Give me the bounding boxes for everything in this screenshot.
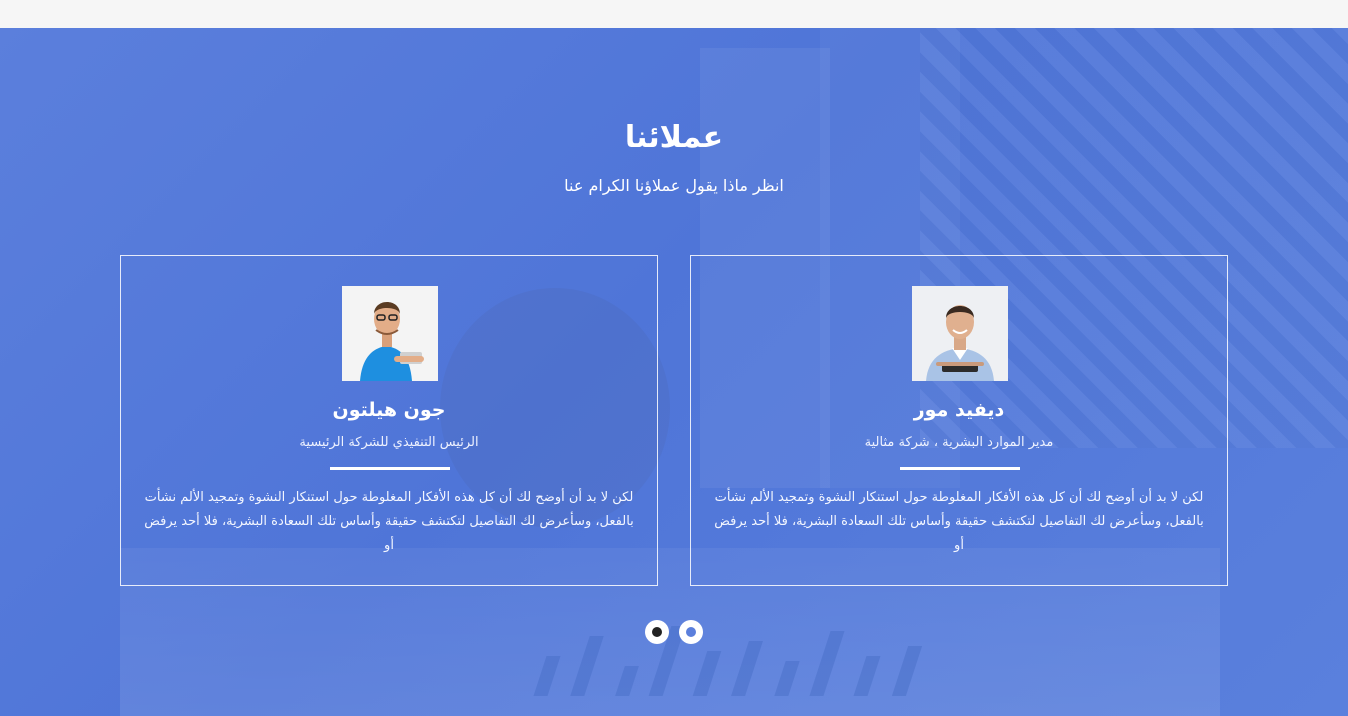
- carousel-dot-1[interactable]: [645, 620, 669, 644]
- testimonial-role: مدير الموارد البشرية ، شركة مثالية: [864, 435, 1054, 450]
- top-bar: [0, 0, 1348, 28]
- divider: [330, 467, 450, 470]
- testimonial-card: ديفيد مور مدير الموارد البشرية ، شركة مث…: [690, 255, 1228, 586]
- carousel-dot-2[interactable]: [679, 620, 703, 644]
- person-photo-icon: [912, 286, 1008, 381]
- divider: [900, 467, 1020, 470]
- testimonial-name: جون هيلتون: [332, 399, 446, 421]
- section-title: عملائنا: [624, 120, 724, 155]
- person-photo-icon: [342, 286, 438, 381]
- testimonial-text: لكن لا بد أن أوضح لك أن كل هذه الأفكار ا…: [714, 490, 1204, 553]
- avatar: [912, 286, 1008, 381]
- testimonial-name: ديفيد مور: [913, 399, 1005, 421]
- testimonial-role: الرئيس التنفيذي للشركة الرئيسية: [299, 435, 479, 450]
- avatar: [342, 286, 438, 381]
- carousel-pagination: [645, 620, 703, 644]
- testimonials-section: عملائنا انظر ماذا يقول عملاؤنا الكرام عن…: [0, 28, 1348, 716]
- section-subtitle: انظر ماذا يقول عملاؤنا الكرام عنا: [564, 176, 784, 195]
- testimonial-card: جون هيلتون الرئيس التنفيذي للشركة الرئيس…: [120, 255, 658, 586]
- testimonial-text: لكن لا بد أن أوضح لك أن كل هذه الأفكار ا…: [144, 490, 634, 553]
